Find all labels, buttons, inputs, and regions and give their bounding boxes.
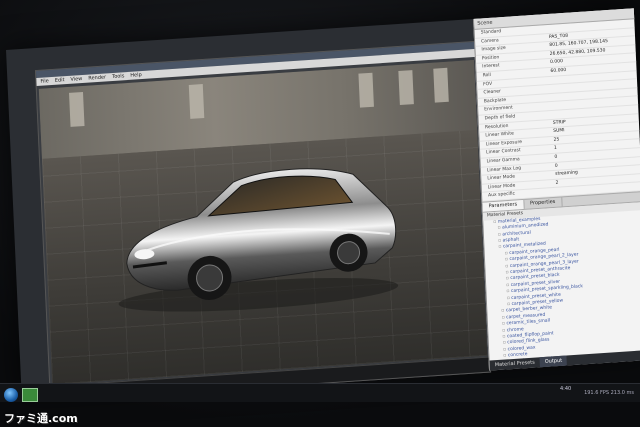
render-viewer-window[interactable]: File Edit View Render Tools Help [34, 40, 492, 402]
start-button-icon[interactable] [4, 388, 18, 402]
menu-tools[interactable]: Tools [112, 72, 125, 81]
menu-render[interactable]: Render [88, 73, 106, 82]
tray-clock: 4:40 [560, 386, 572, 392]
chrome-sports-car-render [118, 168, 399, 312]
menu-edit[interactable]: Edit [55, 76, 65, 85]
material-preset-tree: material_examplesaluminium_anodizedarchi… [483, 210, 640, 367]
publisher-watermark: ファミ通.com [4, 412, 78, 425]
properties-panel: Scene Standard Camera PAS_T08 Image size 801… [473, 8, 640, 371]
menu-view[interactable]: View [70, 75, 82, 84]
tray-status-text: 191.6 FPS 213.0 ms [584, 390, 634, 396]
hall-window [398, 70, 414, 105]
render-viewport[interactable] [38, 60, 488, 385]
hall-window [188, 84, 205, 119]
hall-window [358, 72, 374, 108]
os-taskbar [0, 383, 640, 402]
taskbar-app-icon[interactable] [22, 388, 38, 402]
hall-window [69, 91, 85, 127]
tab-output[interactable]: Output [539, 355, 568, 368]
menu-help[interactable]: Help [130, 71, 142, 80]
monitor-screen: File Edit View Render Tools Help Scene S… [6, 8, 640, 402]
hall-window [433, 67, 449, 103]
property-list: Standard Camera PAS_T08 Image size 801.85, 1… [474, 19, 640, 202]
menu-file[interactable]: File [40, 77, 49, 86]
